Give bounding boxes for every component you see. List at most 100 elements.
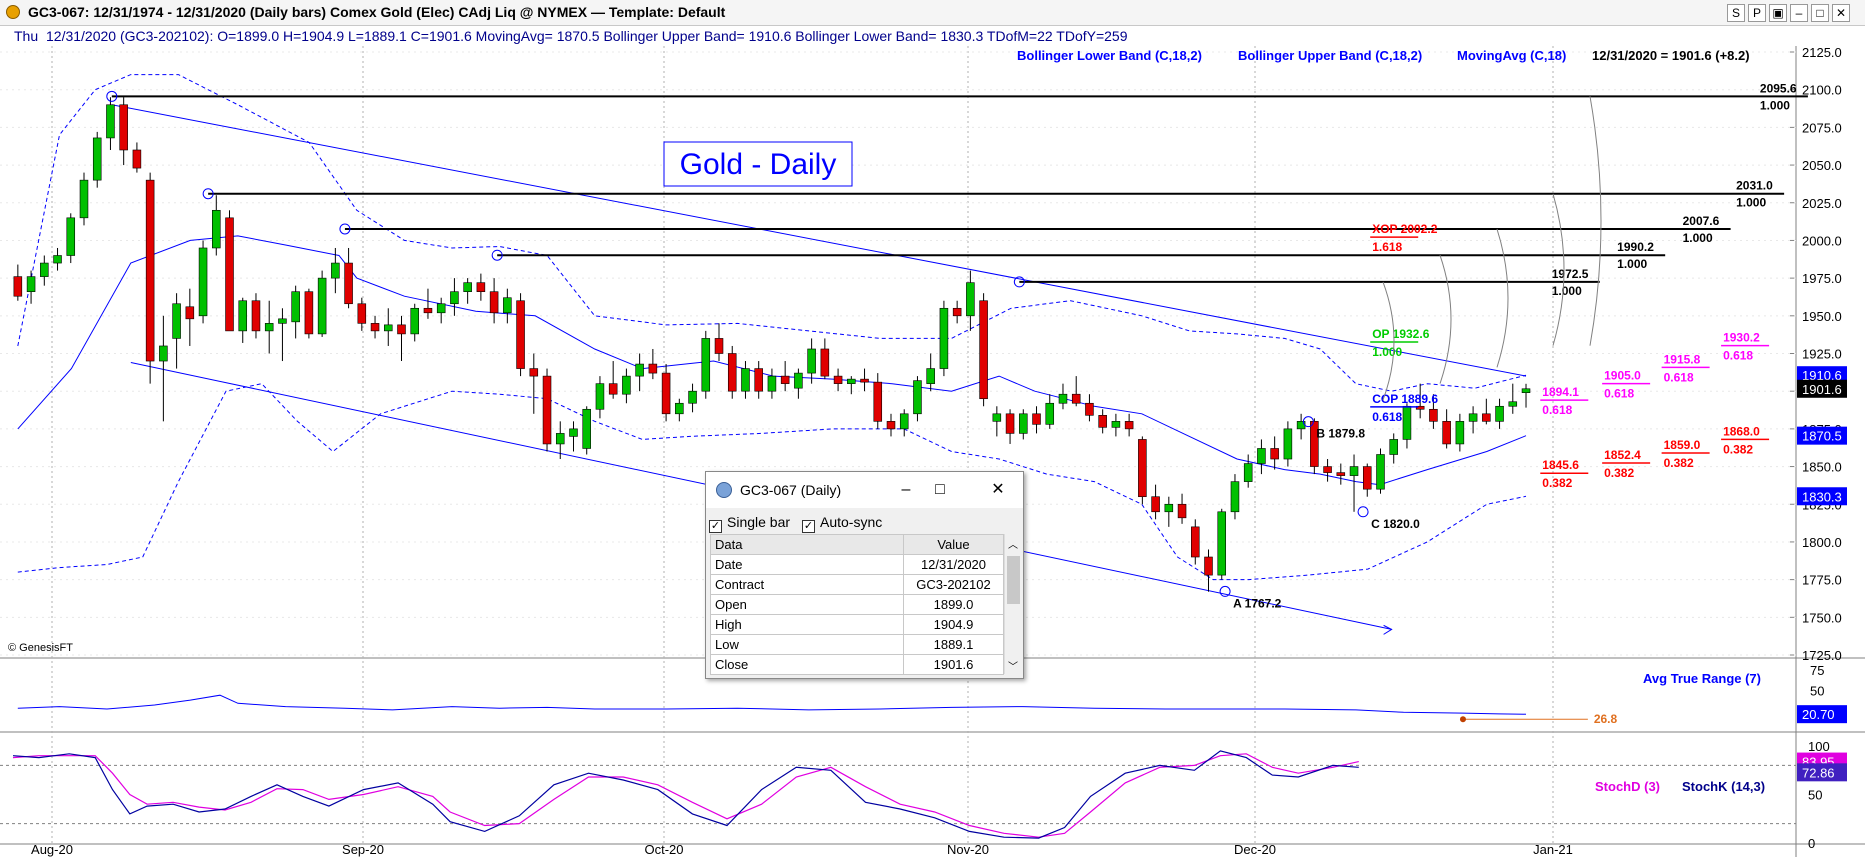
popup-scrollbar[interactable]: ︿ ﹀ (1004, 534, 1021, 674)
atr-level-marker-icon (1459, 716, 1466, 723)
candle-body (1071, 393, 1081, 404)
candle-body (727, 353, 737, 392)
single-bar-checkbox[interactable]: ✓ Single bar (709, 514, 790, 533)
row-key: Low (710, 634, 904, 655)
candle-body (278, 318, 287, 324)
candle-body (1455, 421, 1465, 445)
scroll-thumb[interactable] (1007, 556, 1020, 604)
candle-body (159, 345, 168, 362)
table-row: Close 1901.6 (710, 654, 1004, 675)
candle-body (926, 368, 935, 384)
window-titlebar: GC3-067: 12/31/1974 - 12/31/2020 (Daily … (0, 0, 1865, 26)
y-tick-label: 2025.0 (1802, 196, 1842, 211)
popup-header[interactable]: GC3-067 (Daily) – □ ✕ (706, 472, 1023, 508)
price-tag: 1870.5 (1802, 429, 1842, 444)
candle-body (860, 378, 869, 383)
fib-level-label: 1905.0 (1604, 369, 1641, 383)
fib-level-label: COP 1889.6 (1372, 392, 1438, 406)
candle-body (1177, 503, 1187, 519)
legend-moving-average: MovingAvg (C,18) (1457, 48, 1566, 63)
row-key: Open (710, 594, 904, 615)
candle-body (251, 300, 261, 332)
candle-body (1257, 448, 1266, 464)
candle-body (1442, 421, 1451, 445)
stoch-y-tick-label: 50 (1808, 788, 1822, 803)
fib-ratio-label: 0.618 (1664, 370, 1694, 384)
window-title: GC3-067: 12/31/1974 - 12/31/2020 (Daily … (28, 4, 726, 20)
candle-body (595, 383, 605, 410)
candle-body (92, 137, 102, 181)
chart-title: Gold - Daily (680, 148, 837, 181)
candle-body (450, 291, 459, 305)
atr-y-tick-label: 75 (1810, 663, 1824, 678)
candle-body (622, 375, 631, 395)
stoch-y-tick-label: 100 (1808, 739, 1830, 754)
row-value: 1889.1 (903, 634, 1004, 655)
fib-level-label: 1915.8 (1664, 352, 1701, 366)
candle-body (542, 375, 552, 445)
popup-minimize-button[interactable]: – (892, 478, 920, 502)
candle-body (53, 255, 62, 264)
x-tick-label: Jan-21 (1533, 842, 1573, 857)
popup-maximize-button[interactable]: □ (926, 478, 954, 502)
candle-body (1270, 448, 1279, 460)
candle-body (966, 282, 975, 317)
maximize-button[interactable]: □ (1811, 4, 1829, 22)
row-value: 1899.0 (903, 594, 1004, 615)
candle-body (794, 372, 803, 389)
candle-body (145, 179, 155, 362)
atr-y-tick-label: 50 (1810, 683, 1824, 698)
fib-level-label: OP 1932.6 (1372, 327, 1429, 341)
fib-ratio-label: 0.618 (1604, 387, 1634, 401)
popup-close-button[interactable]: ✕ (984, 478, 1012, 502)
level-label: 2031.0 (1736, 179, 1773, 193)
candle-body (952, 307, 962, 317)
stoch-k-tag: 72.86 (1802, 765, 1835, 780)
candle-body (66, 217, 76, 256)
candle-body (992, 413, 1002, 422)
candle-body (1362, 466, 1372, 490)
candle-body (1005, 413, 1015, 434)
candle-body (899, 413, 909, 430)
price-tag: 1830.3 (1802, 489, 1842, 504)
scroll-up-icon[interactable]: ︿ (1008, 536, 1018, 551)
y-tick-label: 1925.0 (1802, 347, 1842, 362)
symbol-button[interactable]: S (1727, 4, 1745, 22)
level-ratio: 1.000 (1736, 196, 1766, 210)
y-tick-label: 2050.0 (1802, 158, 1842, 173)
candle-body (555, 433, 565, 445)
candle-body (1349, 466, 1359, 476)
level-label: 1990.2 (1617, 240, 1654, 254)
pivot-label: B 1879.8 (1316, 427, 1365, 441)
candle-body (1191, 526, 1200, 558)
stoch-legend-k: StochK (14,3) (1682, 779, 1765, 794)
y-tick-label: 1800.0 (1802, 535, 1842, 550)
candle-body (820, 348, 830, 377)
close-button[interactable]: ✕ (1832, 4, 1850, 22)
candle-body (913, 380, 922, 415)
candle-body (238, 300, 248, 332)
scroll-down-icon[interactable]: ﹀ (1008, 658, 1018, 673)
candle-body (1482, 413, 1491, 422)
price-chart[interactable]: Aug-20 Sep-20 Oct-20 Nov-20 Dec-20 Jan-21 2125… (0, 46, 1865, 857)
atr-tag: 20.70 (1802, 707, 1835, 722)
fib-level-label: 1930.2 (1723, 331, 1760, 345)
auto-sync-checkbox[interactable]: ✓ Auto-sync (802, 514, 882, 533)
x-tick-label: Aug-20 (31, 842, 73, 857)
candle-body (132, 149, 142, 169)
row-value: GC3-202102 (903, 574, 1004, 595)
candle-body (1151, 496, 1160, 513)
x-tick-label: Nov-20 (947, 842, 989, 857)
stoch-y-tick-label: 0 (1808, 836, 1815, 851)
data-window-popup[interactable]: GC3-067 (Daily) – □ ✕ ✓ Single bar ✓ Auto-… (705, 471, 1024, 679)
atr-level-label: 26.8 (1594, 712, 1618, 726)
print-button[interactable]: P (1748, 4, 1766, 22)
col-header-value: Value (903, 534, 1004, 555)
row-key: Contract (710, 574, 904, 595)
minimize-button[interactable]: – (1790, 4, 1808, 22)
candle-body (847, 378, 856, 384)
candle-body (1508, 401, 1518, 407)
restore-icon[interactable]: ▣ (1769, 4, 1787, 22)
level-ratio: 1.000 (1617, 257, 1647, 271)
x-tick-label: Dec-20 (1234, 842, 1276, 857)
